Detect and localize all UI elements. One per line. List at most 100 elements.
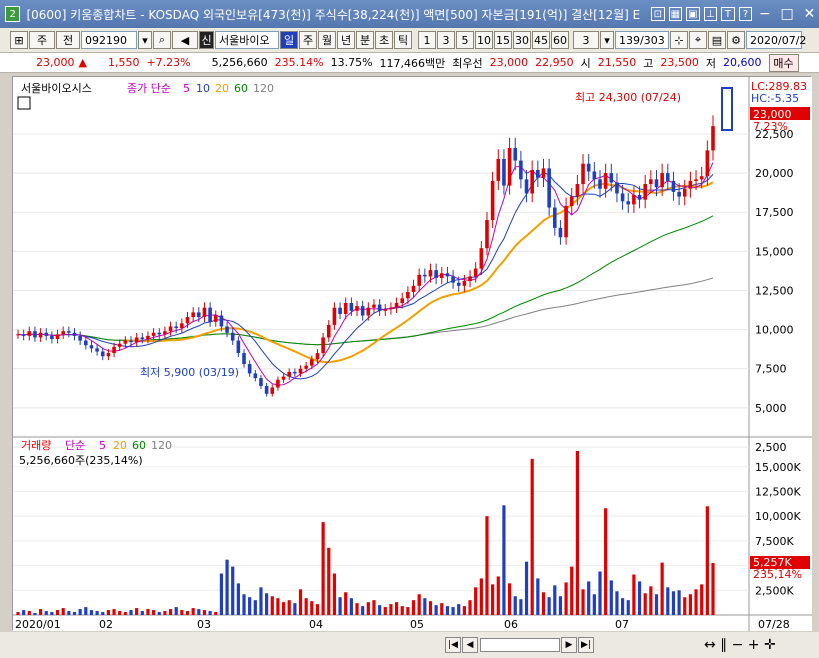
period-second[interactable]: 초 (375, 31, 393, 49)
save-icon[interactable]: ▤ (708, 31, 726, 49)
candle-body (50, 335, 54, 339)
volume-bar (524, 561, 529, 615)
pin-icon[interactable]: ⊥ (703, 7, 718, 21)
volume-tick-label: 7,500K (755, 535, 794, 548)
candle-body (536, 169, 540, 178)
volume-bar (604, 508, 608, 615)
text-icon[interactable]: T (721, 7, 735, 21)
candle-body (259, 378, 263, 386)
candle-body (78, 335, 82, 341)
best-quote-label: 최우선 (452, 56, 483, 70)
period-week[interactable]: 주 (299, 31, 317, 49)
candle-body (677, 191, 681, 197)
volume-bar (666, 587, 670, 615)
layout-icon[interactable]: ▦ (668, 7, 683, 21)
volume-bar (587, 581, 591, 615)
close-icon[interactable]: ✕ (800, 5, 819, 23)
candle-body (208, 307, 212, 322)
volume-bar (700, 584, 704, 615)
last-pct: 7.23% (753, 120, 788, 133)
candle-body (626, 201, 631, 205)
interval-60[interactable]: 60 (551, 31, 569, 49)
date-input[interactable]: 2020/07/2 (746, 31, 806, 49)
volume-bar (462, 606, 466, 615)
last-icon[interactable]: ▶| (578, 637, 594, 653)
capture-icon[interactable]: ▣ (686, 7, 700, 21)
candle-body (383, 309, 388, 311)
chart-area[interactable]: 22,500 20,000 17,500 15,000 12,500 10,000 7,50… (12, 76, 812, 631)
app-badge: 2 (5, 6, 21, 22)
interval-45[interactable]: 45 (532, 31, 550, 49)
candle-body (287, 371, 292, 377)
candle-body (89, 345, 94, 349)
period-month[interactable]: 월 (318, 31, 336, 49)
volume-bar (428, 601, 433, 615)
next-icon[interactable]: ▶ (561, 637, 577, 653)
maximize-icon[interactable]: □ (778, 5, 797, 23)
prev-icon[interactable]: ◀ (462, 637, 478, 653)
interval-3[interactable]: 3 (437, 31, 455, 49)
interval-30[interactable]: 30 (513, 31, 531, 49)
candle-body (654, 179, 659, 188)
candle-body (281, 376, 286, 380)
code-dropdown-icon[interactable]: ▾ (138, 31, 152, 49)
interval-15[interactable]: 15 (494, 31, 512, 49)
volume-bar (372, 600, 376, 615)
draw-icon[interactable]: ⌖ (689, 31, 707, 49)
candle-body (451, 276, 455, 283)
link-icon[interactable]: ⊡ (651, 7, 665, 21)
volume-bar (332, 573, 337, 615)
buy-button[interactable]: 매수 (768, 53, 799, 72)
help-icon[interactable]: ? (738, 7, 753, 21)
ma20-legend: 20 (215, 82, 229, 95)
prev-select[interactable]: 전 (56, 31, 80, 49)
open-label: 시 (580, 56, 591, 70)
candle-body (406, 292, 410, 299)
candle-body (665, 173, 670, 181)
candle-body (264, 385, 269, 394)
unknown-icon[interactable]: ⊞ (10, 31, 28, 49)
candle-body (67, 331, 71, 333)
sound-icon[interactable]: ◀ (172, 31, 198, 49)
volume-bar (78, 609, 82, 615)
zoom-controls[interactable]: ↔ ∥ − + ✛ (704, 637, 776, 653)
period-year[interactable]: 년 (337, 31, 355, 49)
volume-legend-sub: 단순 (65, 439, 85, 452)
candle-body (564, 205, 568, 238)
period-minute[interactable]: 분 (356, 31, 374, 49)
volume-ma60-legend: 60 (132, 439, 146, 452)
period-day[interactable]: 일 (280, 31, 298, 49)
period-tick[interactable]: 틱 (394, 31, 412, 49)
count-select[interactable]: 3 (573, 31, 599, 49)
gear-icon[interactable]: ⚙ (727, 31, 745, 49)
minimize-icon[interactable]: − (755, 5, 774, 23)
interval-5[interactable]: 5 (456, 31, 474, 49)
volume-bar (304, 598, 308, 615)
volume-bar (321, 522, 325, 615)
candle-body (16, 334, 20, 336)
candle-body (123, 340, 128, 344)
volume-bar (106, 610, 111, 615)
candle-body (637, 195, 642, 200)
search-icon[interactable]: ⌕ (153, 31, 171, 49)
volume-bar (536, 578, 540, 615)
scroll-track[interactable] (480, 638, 560, 652)
count-dropdown-icon[interactable]: ▾ (600, 31, 614, 49)
volume-bar (112, 609, 116, 615)
candle-body (558, 227, 563, 238)
crosshair-icon[interactable]: ⊹ (670, 31, 688, 49)
first-icon[interactable]: |◀ (445, 637, 461, 653)
volume-ma120-legend: 120 (151, 439, 172, 452)
candle-body (479, 248, 484, 269)
volume-bar (214, 612, 218, 615)
code-input[interactable]: 092190 (81, 31, 137, 49)
market-select[interactable]: 주 (29, 31, 55, 49)
interval-1[interactable]: 1 (418, 31, 436, 49)
volume-bar (101, 612, 105, 615)
volume-bar (118, 611, 122, 615)
candle-body (163, 331, 167, 335)
interval-10[interactable]: 10 (475, 31, 493, 49)
volume-last-pct: 235,14% (753, 568, 802, 581)
candle-body (33, 331, 37, 338)
volume-bar (411, 600, 416, 615)
